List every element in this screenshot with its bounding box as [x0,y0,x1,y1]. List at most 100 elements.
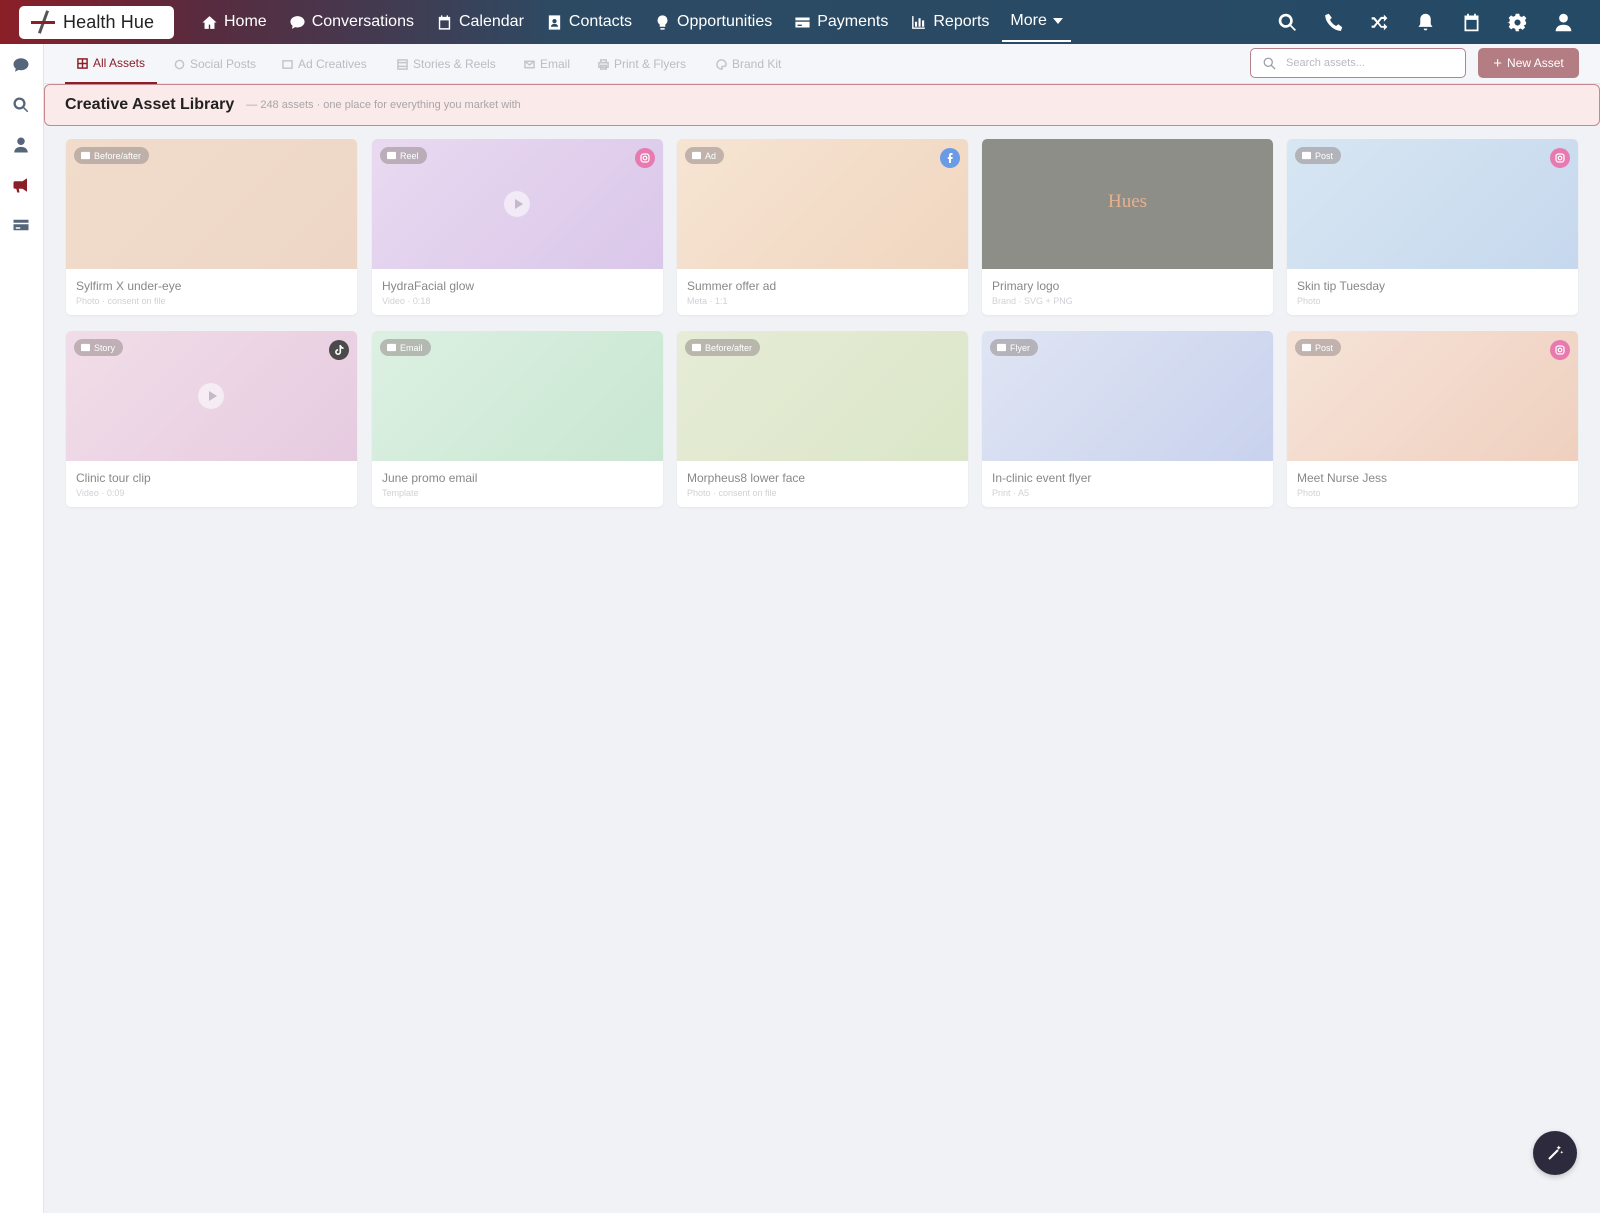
play-icon[interactable] [504,191,530,217]
envelope-icon [387,343,396,352]
tab-label: All Assets [93,56,146,70]
rail-marketing[interactable] [12,176,32,196]
home-icon [202,15,217,29]
asset-type-badge: Flyer [990,339,1038,356]
nav-item-payments[interactable]: Payments [783,0,899,44]
tiktok-icon [329,340,349,360]
asset-card[interactable]: Story Clinic tour clip Video · 0:09 [66,331,357,507]
badge-label: Ad [705,150,717,161]
contact-card-icon [548,14,561,30]
facebook-icon [940,148,960,168]
asset-title: Meet Nurse Jess [1297,471,1388,485]
user-icon[interactable] [1553,12,1574,33]
top-utility-icons [1277,0,1574,44]
asset-card[interactable]: Before/after Morpheus8 lower face Photo … [677,331,968,507]
asset-card[interactable]: Post Meet Nurse Jess Photo [1287,331,1578,507]
asset-card[interactable]: Flyer In-clinic event flyer Print · A5 [982,331,1273,507]
phone-icon[interactable] [1323,12,1344,33]
asset-search [1250,48,1466,78]
rail-conversations[interactable] [12,56,32,76]
tab-email[interactable]: Email [524,44,570,84]
image-icon [1302,343,1311,352]
left-rail [0,44,44,1213]
asset-meta: Photo · consent on file [76,296,166,306]
asset-card[interactable]: Hues Primary logo Brand · SVG + PNG [982,139,1273,315]
top-navigation-bar: Health Hue Home Conversations Calendar C… [0,0,1600,44]
badge-label: Post [1315,150,1334,161]
grid-icon [77,57,88,69]
tab-stories-reels[interactable]: Stories & Reels [397,44,496,84]
page-subtitle: — 248 assets · one place for everything … [246,99,521,111]
asset-title: Clinic tour clip [76,471,151,485]
brand-mark-icon [31,10,55,34]
play-icon[interactable] [198,383,224,409]
new-asset-button[interactable]: + New Asset [1478,48,1579,78]
badge-label: Story [94,342,116,353]
asset-card[interactable]: Ad Summer offer ad Meta · 1:1 [677,139,968,315]
tab-social-posts[interactable]: Social Posts [174,44,256,84]
asset-title: HydraFacial glow [382,279,475,293]
tab-label: Stories & Reels [413,57,496,71]
user-icon [14,137,28,153]
calendar-icon[interactable] [1461,12,1482,33]
nav-item-more[interactable]: More [1002,2,1071,42]
rail-contacts[interactable] [12,136,32,156]
nav-item-calendar[interactable]: Calendar [425,0,535,44]
nav-item-contacts[interactable]: Contacts [535,0,643,44]
ad-icon [692,151,701,160]
tab-label: Ad Creatives [298,57,367,71]
chat-icon [13,58,29,72]
credit-card-icon [13,219,29,231]
instagram-icon [1550,148,1570,168]
asset-meta: Print · A5 [992,488,1030,498]
nav-item-home[interactable]: Home [190,0,278,44]
asset-card[interactable]: Reel HydraFacial glow Video · 0:18 [372,139,663,315]
asset-card[interactable]: Post Skin tip Tuesday Photo [1287,139,1578,315]
search-input[interactable] [1286,57,1446,69]
nav-item-opportunities[interactable]: Opportunities [643,0,783,44]
badge-label: Reel [400,150,419,161]
nav-more-label: More [1010,12,1047,29]
film-icon [387,151,396,160]
logo-preview: Hues [1107,191,1148,212]
search-icon [13,97,29,113]
brand-name: Health Hue [63,11,155,32]
main-nav: Home Conversations Calendar Contacts Opp… [190,0,1071,44]
badge-label: Post [1315,342,1334,353]
brand-logo[interactable]: Health Hue [19,5,174,39]
credit-card-icon [795,17,810,27]
bell-icon[interactable] [1415,12,1436,33]
shuffle-icon[interactable] [1369,12,1390,33]
instagram-icon [635,148,655,168]
tab-ad-creatives[interactable]: Ad Creatives [282,44,367,84]
nav-item-label: Reports [933,13,990,30]
magic-wand-button[interactable] [1533,1131,1577,1175]
tab-label: Email [540,57,571,71]
palette-icon [716,58,727,70]
ad-icon [282,59,293,69]
asset-card[interactable]: Before/after Sylfirm X under-eye Photo ·… [66,139,357,315]
bar-chart-icon [912,15,926,29]
badge-label: Flyer [1010,342,1030,353]
magic-wand-icon [1548,1145,1564,1160]
asset-meta: Meta · 1:1 [687,296,728,306]
film-icon [397,58,408,70]
image-icon [81,151,90,160]
rail-search[interactable] [12,96,32,116]
rail-payments[interactable] [12,216,32,236]
nav-item-label: Payments [817,13,889,30]
asset-type-badge: Reel [380,147,427,164]
tab-all-assets[interactable]: All Assets [65,44,158,84]
asset-card[interactable]: Email June promo email Template [372,331,663,507]
asset-title: Summer offer ad [687,279,777,293]
asset-meta: Photo [1297,296,1321,306]
tab-print-flyers[interactable]: Print & Flyers [598,44,686,84]
gear-icon[interactable] [1507,12,1528,33]
tab-brand-kit[interactable]: Brand Kit [716,44,781,84]
nav-item-reports[interactable]: Reports [899,0,1000,44]
badge-label: Before/after [705,342,753,353]
search-icon[interactable] [1277,12,1298,33]
chevron-down-icon [1052,18,1063,24]
envelope-icon [524,60,535,68]
nav-item-conversations[interactable]: Conversations [278,0,425,44]
